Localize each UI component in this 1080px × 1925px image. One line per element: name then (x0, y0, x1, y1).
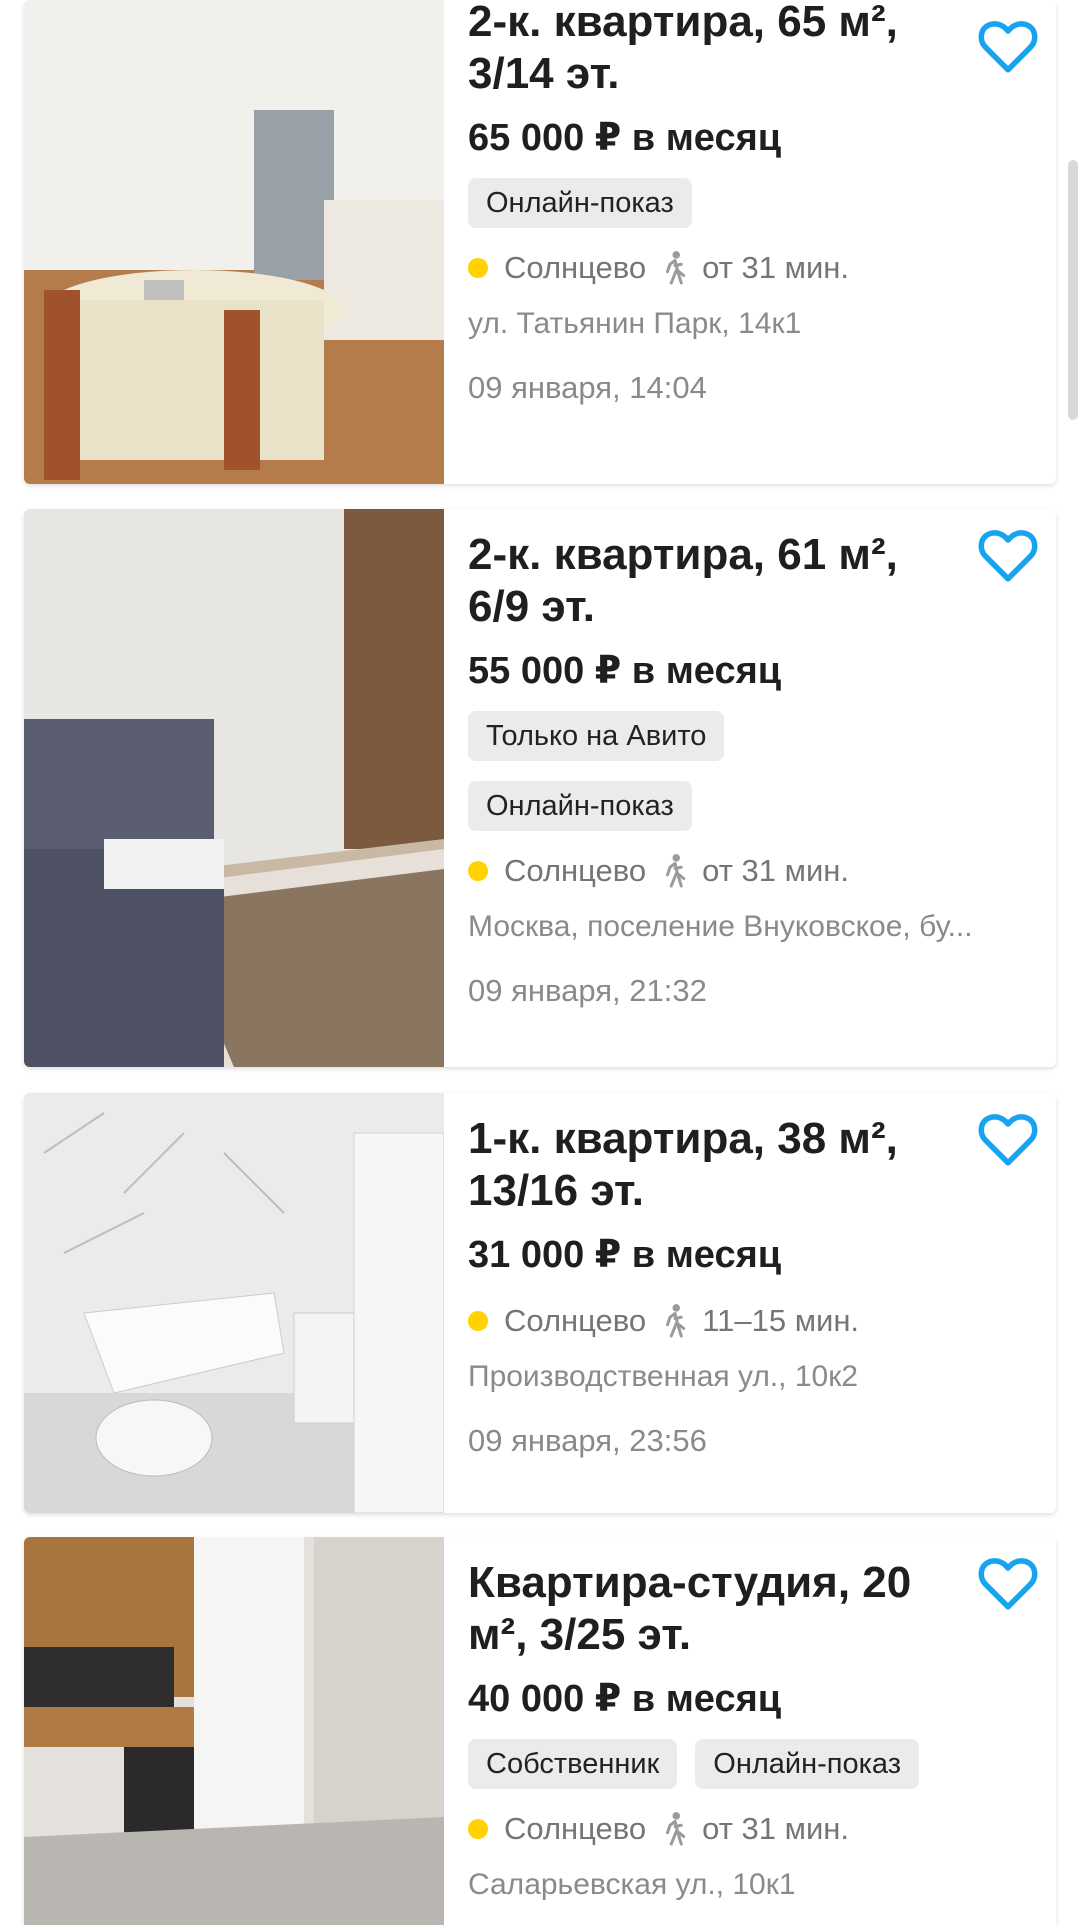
listing-info: 1-к. квартира, 38 м², 13/16 эт. 31 000 ₽… (468, 1093, 1036, 1461)
metro-station: Солнцево (504, 250, 647, 285)
listing-info: 2-к. квартира, 65 м², 3/14 эт. 65 000 ₽ … (468, 0, 1036, 408)
listing-card[interactable]: 2-к. квартира, 65 м², 3/14 эт. 65 000 ₽ … (24, 0, 1056, 484)
listing-photo[interactable] (24, 1093, 444, 1513)
listing-date: 09 января, 21:32 (468, 973, 707, 1008)
pedestrian-icon (666, 1812, 686, 1846)
listing-title[interactable]: 1-к. квартира, 38 м², 13/16 эт. (468, 1113, 968, 1217)
listing-address: Саларьевская ул., 10к1 (468, 1868, 796, 1901)
walk-time: от 31 мин. (702, 853, 849, 888)
listing-address: ул. Татьянин Парк, 14к1 (468, 307, 802, 340)
listing-price: 40 000 ₽ в месяц (468, 1678, 782, 1720)
listing-feed: 2-к. квартира, 65 м², 3/14 эт. 65 000 ₽ … (0, 0, 1080, 1925)
heart-outline-icon[interactable] (978, 1555, 1038, 1611)
badge-avito-only: Только на Авито (468, 711, 725, 761)
badges: Онлайн-показ (468, 178, 1036, 228)
listing-date: 09 января, 23:56 (468, 1423, 707, 1458)
listing-info: Квартира-студия, 20 м², 3/25 эт. 40 000 … (468, 1537, 1036, 1905)
listing-title[interactable]: 2-к. квартира, 65 м², 3/14 эт. (468, 0, 968, 100)
listing-card[interactable]: Квартира-студия, 20 м², 3/25 эт. 40 000 … (24, 1537, 1056, 1925)
metro-info: Солнцево 11–15 мин. (468, 1301, 1036, 1341)
metro-info: Солнцево от 31 мин. (468, 1809, 1036, 1849)
listing-card[interactable]: 2-к. квартира, 61 м², 6/9 эт. 55 000 ₽ в… (24, 509, 1056, 1067)
pedestrian-icon (666, 854, 686, 888)
listing-price: 65 000 ₽ в месяц (468, 117, 782, 159)
heart-outline-icon[interactable] (978, 1111, 1038, 1167)
metro-info: Солнцево от 31 мин. (468, 248, 1036, 288)
metro-station: Солнцево (504, 853, 647, 888)
listing-photo[interactable] (24, 0, 444, 484)
listing-address: Москва, поселение Внуковское, бу... (468, 910, 973, 943)
badges: Только на Авито Онлайн-показ (468, 711, 1036, 831)
walk-time: от 31 мин. (702, 250, 849, 285)
listing-address: Производственная ул., 10к2 (468, 1360, 859, 1393)
listing-photo[interactable] (24, 1537, 444, 1925)
listing-title[interactable]: 2-к. квартира, 61 м², 6/9 эт. (468, 529, 968, 633)
pedestrian-icon (666, 251, 686, 285)
listing-price: 31 000 ₽ в месяц (468, 1234, 782, 1276)
metro-line-dot-icon (468, 861, 488, 881)
metro-station: Солнцево (504, 1811, 647, 1846)
listing-photo[interactable] (24, 509, 444, 1067)
badge-online-viewing: Онлайн-показ (695, 1739, 920, 1789)
metro-line-dot-icon (468, 258, 488, 278)
listing-price: 55 000 ₽ в месяц (468, 650, 782, 692)
listing-info: 2-к. квартира, 61 м², 6/9 эт. 55 000 ₽ в… (468, 509, 1036, 1011)
badge-online-viewing: Онлайн-показ (468, 781, 692, 831)
listing-title[interactable]: Квартира-студия, 20 м², 3/25 эт. (468, 1557, 968, 1661)
listing-date: 09 января, 14:04 (468, 370, 707, 405)
heart-outline-icon[interactable] (978, 527, 1038, 583)
walk-time: 11–15 мин. (702, 1303, 860, 1338)
heart-outline-icon[interactable] (978, 18, 1038, 74)
metro-line-dot-icon (468, 1311, 488, 1331)
metro-station: Солнцево (504, 1303, 647, 1338)
metro-line-dot-icon (468, 1819, 488, 1839)
badge-online-viewing: Онлайн-показ (468, 178, 692, 228)
scrollbar[interactable] (1068, 160, 1078, 420)
badges: Собственник Онлайн-показ (468, 1739, 1036, 1789)
metro-info: Солнцево от 31 мин. (468, 851, 1036, 891)
listing-card[interactable]: 1-к. квартира, 38 м², 13/16 эт. 31 000 ₽… (24, 1093, 1056, 1513)
walk-time: от 31 мин. (702, 1811, 849, 1846)
badge-owner: Собственник (468, 1739, 678, 1789)
pedestrian-icon (666, 1304, 686, 1338)
